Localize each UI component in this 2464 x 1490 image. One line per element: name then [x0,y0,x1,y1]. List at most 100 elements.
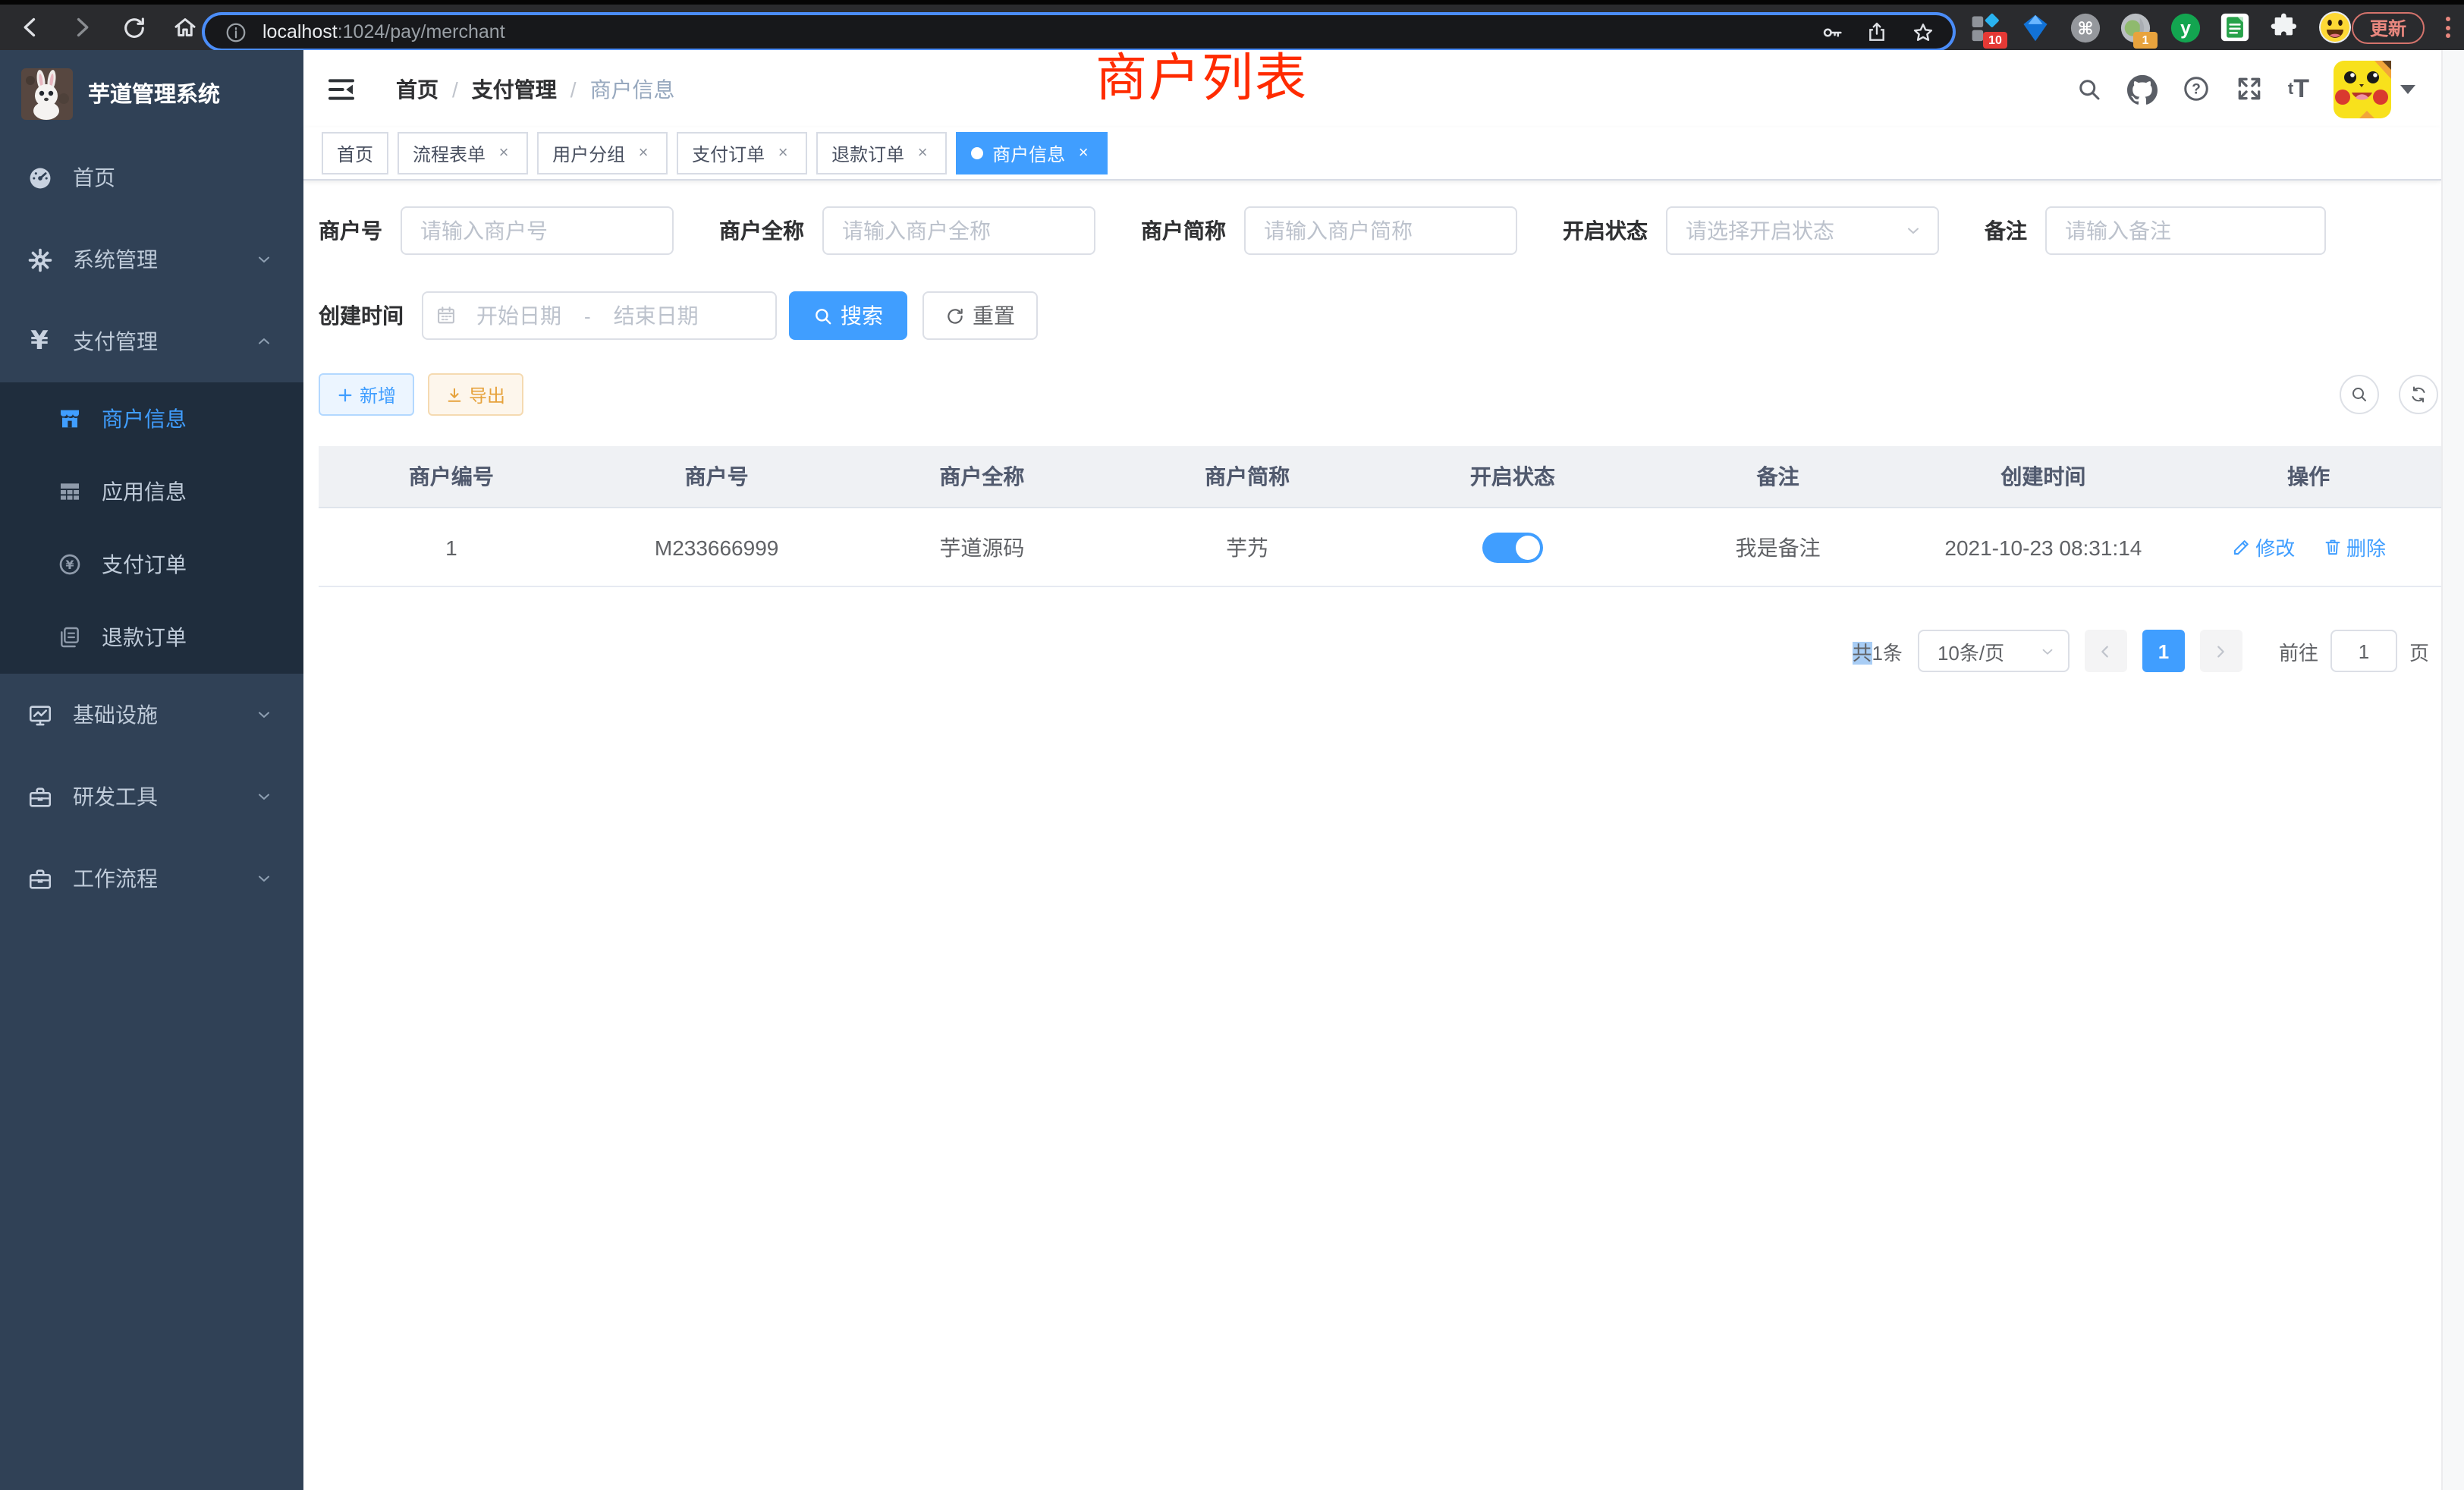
close-icon[interactable]: × [774,144,792,162]
sidebar-item-label: 研发工具 [73,781,158,812]
export-button[interactable]: 导出 [428,373,523,416]
sidebar-item-workflow[interactable]: 工作流程 [0,838,303,919]
app-logo[interactable]: 芋道管理系统 [0,50,303,137]
sidebar-item-label: 系统管理 [73,244,158,275]
address-bar[interactable]: localhost:1024/pay/merchant [205,15,1953,49]
full-name-label: 商户全称 [719,215,822,246]
help-icon[interactable]: ? [2182,74,2211,103]
page-scrollbar[interactable] [2441,50,2464,1490]
font-size-icon[interactable]: tT [2288,74,2309,104]
short-name-input[interactable] [1244,206,1517,255]
close-icon[interactable]: × [634,144,652,162]
full-name-input[interactable] [822,206,1095,255]
url-host: localhost [262,21,338,42]
sidebar-item-dev-tools[interactable]: 研发工具 [0,756,303,838]
refresh-table-button[interactable] [2399,375,2438,414]
start-date-input[interactable] [457,302,581,329]
breadcrumb-home[interactable]: 首页 [396,74,438,104]
edit-button[interactable]: 修改 [2231,533,2295,561]
sidebar-item-home[interactable]: 首页 [0,137,303,218]
reset-button[interactable]: 重置 [922,291,1038,340]
breadcrumb: 首页 / 支付管理 / 商户信息 [396,74,675,104]
sidebar-item-infrastructure[interactable]: 基础设施 [0,674,303,756]
fullscreen-icon[interactable] [2235,74,2264,103]
download-icon [446,386,463,403]
extension-y-icon[interactable]: y [2168,11,2202,44]
search-label: 搜索 [841,300,883,331]
site-info-icon[interactable] [220,17,250,47]
toggle-search-button[interactable] [2340,375,2379,414]
extension-note-icon[interactable] [2218,11,2252,44]
col-remark: 备注 [1645,446,1911,508]
close-icon[interactable]: × [913,144,932,162]
sidebar-item-label: 商户信息 [102,404,187,434]
sidebar-item-payment[interactable]: ¥ 支付管理 [0,300,303,382]
tab-user-group[interactable]: 用户分组 × [537,132,668,174]
sidebar-item-refund-orders[interactable]: 退款订单 [0,601,303,674]
col-create-time: 创建时间 [1911,446,2176,508]
user-avatar-menu[interactable] [2334,60,2415,118]
caret-down-icon [2400,83,2415,95]
tab-refund-orders[interactable]: 退款订单× [816,132,947,174]
browser-menu-icon[interactable] [2443,14,2452,41]
sidebar-item-merchant-info[interactable]: 商户信息 [0,382,303,455]
extensions-puzzle-icon[interactable] [2268,11,2302,44]
end-date-input[interactable] [594,302,718,329]
tab-home[interactable]: 首页 [322,132,388,174]
prev-page-button[interactable] [2085,630,2127,672]
toolbox-icon [26,866,53,891]
profile-emoji-avatar[interactable] [2318,11,2352,44]
sidebar-fold-icon[interactable] [325,72,358,105]
bookmark-star-icon[interactable] [1907,17,1938,47]
app-navbar: 首页 / 支付管理 / 商户信息 ? tT [303,50,2441,127]
status-placeholder: 请选择开启状态 [1686,215,1904,246]
browser-home-button[interactable] [170,12,200,42]
status-toggle[interactable] [1482,532,1543,562]
short-name-label: 商户简称 [1141,215,1244,246]
filter-row-2: 创建时间 - 搜索 重置 [319,291,2441,340]
current-page-button[interactable]: 1 [2142,630,2185,672]
browser-reload-button[interactable] [118,12,149,42]
next-page-button[interactable] [2200,630,2242,672]
share-icon[interactable] [1862,17,1892,47]
merchant-no-input[interactable] [401,206,674,255]
tab-merchant-info[interactable]: 商户信息× [956,132,1108,174]
browser-forward-button[interactable] [67,12,97,42]
range-separator: - [581,304,594,327]
sidebar-item-label: 应用信息 [102,476,187,507]
tab-label: 流程表单 [413,140,486,166]
create-time-range-picker[interactable]: - [422,291,777,340]
remark-input[interactable] [2045,206,2326,255]
breadcrumb-payment[interactable]: 支付管理 [472,74,557,104]
sidebar-item-app-info[interactable]: 应用信息 [0,455,303,528]
close-icon[interactable]: × [495,144,513,162]
goto-page-input[interactable] [2330,630,2397,672]
extension-avatar-icon[interactable]: 1 [2118,11,2151,44]
tab-label: 用户分组 [552,140,625,166]
page-size-value: 10条/页 [1938,637,2039,665]
tab-pay-orders[interactable]: 支付订单× [677,132,807,174]
sidebar: 芋道管理系统 首页 系统管理 ¥ 支付管理 商户信息 应用信息 [0,50,303,1490]
dashboard-icon [26,165,53,190]
extension-command-icon[interactable]: ⌘ [2068,11,2101,44]
table-header-row: 商户编号 商户号 商户全称 商户简称 开启状态 备注 创建时间 操作 [319,446,2441,508]
cell-merchant-id: 1 [319,508,584,586]
extension-gem-icon[interactable] [2018,11,2051,44]
password-key-icon[interactable] [1816,17,1846,47]
add-button[interactable]: 新增 [319,373,414,416]
status-select[interactable]: 请选择开启状态 [1666,206,1939,255]
sidebar-item-pay-orders[interactable]: ¥ 支付订单 [0,528,303,601]
tab-process-form[interactable]: 流程表单 × [398,132,528,174]
extension-squares-icon[interactable]: 10 [1968,11,2001,44]
page-size-select[interactable]: 10条/页 [1918,630,2070,672]
chevron-down-icon [2039,643,2056,659]
close-icon[interactable]: × [1074,144,1092,162]
search-button[interactable]: 搜索 [789,291,907,340]
github-icon[interactable] [2127,74,2158,104]
extension-badge: 1 [2133,32,2158,49]
header-search-icon[interactable] [2076,75,2103,102]
browser-back-button[interactable] [15,12,46,42]
delete-button[interactable]: 删除 [2322,533,2386,561]
browser-update-button[interactable]: 更新 [2352,12,2425,44]
sidebar-item-system[interactable]: 系统管理 [0,218,303,300]
